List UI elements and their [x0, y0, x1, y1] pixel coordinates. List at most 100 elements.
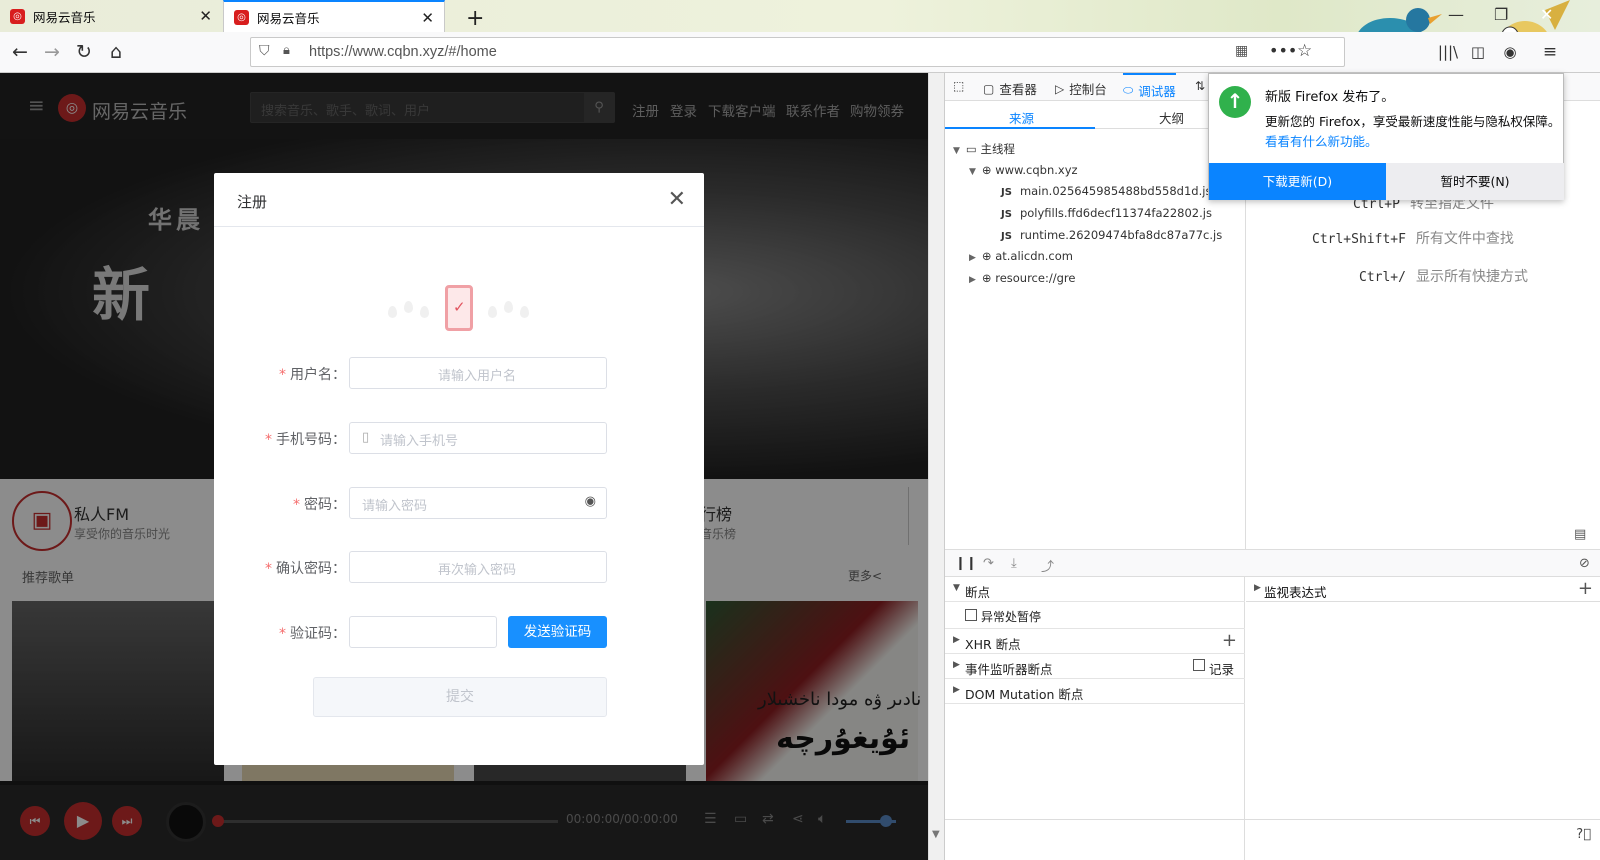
tree-host[interactable]: ▶ ⊕ resource://gre	[969, 271, 1075, 285]
register-dialog: 注册 ✕ ✓ * 用户名： 请输入用户名 * 手机号码： ▯ 请输入手机号 * 密码：…	[214, 173, 704, 765]
log-label: 记录	[1209, 662, 1235, 677]
menu-icon[interactable]: ≡	[1536, 38, 1564, 66]
globe-icon: ⊕	[981, 249, 992, 263]
url-text[interactable]: https://www.cqbn.xyz/#/home	[309, 44, 497, 60]
password-label: * 密码：	[293, 497, 346, 513]
page-scrollbar[interactable]: ▼	[928, 73, 944, 860]
tree-main-thread[interactable]: ▼ ▭ 主线程	[953, 141, 1015, 157]
tree-file[interactable]: JS polyfills.ffd6decf11374fa22802.js	[1001, 206, 1212, 220]
username-input[interactable]: 请输入用户名	[349, 357, 607, 389]
dialog-title: 注册	[237, 193, 268, 211]
confirm-password-input[interactable]: 再次输入密码	[349, 551, 607, 583]
netease-favicon-icon: ◎	[234, 9, 249, 25]
devtools-footer: ?⃝	[945, 819, 1600, 860]
xhr-breakpoints-header[interactable]: ▶ XHR 断点 +	[945, 629, 1245, 654]
code-row: * 验证码： 发送验证码	[214, 616, 704, 648]
tree-file[interactable]: JS main.025645985488bd558d1d.js	[1001, 184, 1211, 198]
not-now-button[interactable]: 暂时不要(N)	[1386, 163, 1564, 200]
window-icon: ▭	[965, 142, 977, 156]
forward-icon[interactable]: →	[38, 38, 66, 66]
tab-strip: ◎ 网易云音乐 ✕ ◎ 网易云音乐 ✕ + — ❐ ✕	[0, 0, 1600, 70]
decor-dot	[420, 306, 429, 318]
minimize-icon[interactable]: —	[1448, 5, 1464, 24]
browser-tab-active[interactable]: ◎ 网易云音乐 ✕	[223, 0, 445, 32]
code-input[interactable]	[349, 616, 497, 648]
url-bar[interactable]: ⛉ 🔒︎ https://www.cqbn.xyz/#/home ▦ ••• ☆	[250, 37, 1345, 67]
decor-dot	[504, 301, 513, 313]
qrcode-icon[interactable]: ▦	[1235, 43, 1248, 59]
tab-inspector[interactable]: ▢ 查看器	[983, 79, 1037, 98]
breakpoints-header[interactable]: ▼ 断点	[945, 577, 1245, 602]
decor-dot	[404, 301, 413, 313]
whats-new-link[interactable]: 看看有什么新功能。	[1265, 131, 1378, 150]
netease-favicon-icon: ◎	[10, 8, 25, 24]
pause-icon[interactable]: ❙❙	[955, 556, 977, 571]
divider	[214, 226, 704, 227]
tab-console[interactable]: ▷ 控制台	[1055, 79, 1107, 98]
tab-debugger[interactable]: ⬭ 调试器	[1123, 73, 1176, 101]
event-breakpoints-header[interactable]: ▶ 事件监听器断点 记录	[945, 654, 1245, 679]
password-placeholder: 请输入密码	[362, 499, 428, 514]
bookmark-star-icon[interactable]: ☆	[1297, 41, 1312, 61]
download-update-button[interactable]: 下载更新(D)	[1209, 163, 1386, 200]
add-icon[interactable]: +	[1578, 578, 1593, 599]
username-placeholder: 请输入用户名	[438, 369, 517, 384]
tree-host[interactable]: ▶ ⊕ at.alicdn.com	[969, 249, 1073, 263]
username-label: * 用户名：	[279, 367, 346, 383]
tab-sources[interactable]: 来源	[1009, 108, 1034, 127]
pretty-print-icon[interactable]: ▤	[1574, 527, 1586, 542]
tree-host[interactable]: ▼ ⊕ www.cqbn.xyz	[969, 163, 1078, 177]
tab-underline	[945, 127, 1095, 129]
page-actions-icon[interactable]: •••	[1269, 41, 1297, 60]
password-input[interactable]: 请输入密码 ◉	[349, 487, 607, 519]
help-icon[interactable]: ?⃝	[1576, 827, 1591, 842]
debugger-toolbar: ❙❙ ↷ ⤓ ⤴ ⊘	[945, 549, 1600, 577]
update-arrow-icon: ↑	[1219, 86, 1251, 118]
tree-file[interactable]: JS runtime.26209474bfa8dc87a77c.js	[1001, 228, 1222, 242]
confirm-placeholder: 再次输入密码	[438, 563, 517, 578]
back-icon[interactable]: ←	[6, 38, 34, 66]
tracking-shield-icon[interactable]: ⛉	[259, 43, 270, 59]
close-tab-icon[interactable]: ✕	[421, 9, 434, 27]
phone-check-icon: ✓	[445, 285, 473, 331]
new-tab-icon[interactable]: +	[456, 2, 484, 34]
code-label: * 验证码：	[279, 626, 346, 642]
restore-icon[interactable]: ❐	[1494, 5, 1508, 24]
step-out-icon[interactable]: ⤴	[1041, 556, 1054, 575]
phone-input[interactable]: ▯ 请输入手机号	[349, 422, 607, 454]
close-icon[interactable]: ✕	[668, 187, 686, 212]
globe-icon: ⊕	[981, 271, 992, 285]
lock-icon[interactable]: 🔒︎	[283, 43, 290, 58]
pause-exceptions-checkbox[interactable]	[965, 609, 977, 621]
element-picker-icon[interactable]: ⬚	[953, 79, 969, 93]
eye-icon[interactable]: ◉	[585, 494, 596, 509]
sidebar-icon[interactable]: ◫	[1464, 38, 1492, 66]
watch-label: 监视表达式	[1264, 585, 1327, 600]
shortcut-all: Ctrl+/显示所有快捷方式	[1359, 269, 1528, 285]
close-tab-icon[interactable]: ✕	[199, 7, 212, 25]
log-checkbox[interactable]	[1193, 659, 1205, 671]
library-icon[interactable]: |||\	[1434, 38, 1462, 66]
confirm-label: * 确认密码：	[265, 561, 346, 577]
step-over-icon[interactable]: ↷	[983, 556, 994, 571]
step-in-icon[interactable]: ⤓	[1011, 556, 1017, 571]
tab-outline[interactable]: 大纲	[1159, 108, 1184, 127]
home-icon[interactable]: ⌂	[102, 38, 130, 66]
scroll-down-icon[interactable]: ▼	[932, 829, 940, 840]
decor-dot	[488, 306, 497, 318]
deactivate-breakpoints-icon[interactable]: ⊘	[1579, 556, 1590, 571]
pause-exceptions-row: 异常处暂停	[945, 602, 1245, 629]
submit-button[interactable]: 提交	[313, 677, 607, 717]
confirm-row: * 确认密码： 再次输入密码	[214, 551, 704, 583]
inspector-icon: ▢	[983, 81, 995, 96]
send-code-button[interactable]: 发送验证码	[508, 616, 607, 648]
browser-tab[interactable]: ◎ 网易云音乐 ✕	[0, 0, 222, 32]
phone-row: * 手机号码： ▯ 请输入手机号	[214, 422, 704, 454]
dom-breakpoints-header[interactable]: ▶ DOM Mutation 断点	[945, 679, 1245, 704]
navigation-toolbar: ← → ↻ ⌂ ⛉ 🔒︎ https://www.cqbn.xyz/#/home…	[0, 32, 1600, 73]
reload-icon[interactable]: ↻	[70, 38, 98, 66]
account-icon[interactable]: ◉	[1496, 38, 1524, 66]
watch-expressions-header[interactable]: ▶ 监视表达式 +	[1246, 577, 1600, 602]
notification-title: 新版 Firefox 发布了。	[1265, 90, 1395, 105]
close-window-icon[interactable]: ✕	[1540, 5, 1553, 24]
